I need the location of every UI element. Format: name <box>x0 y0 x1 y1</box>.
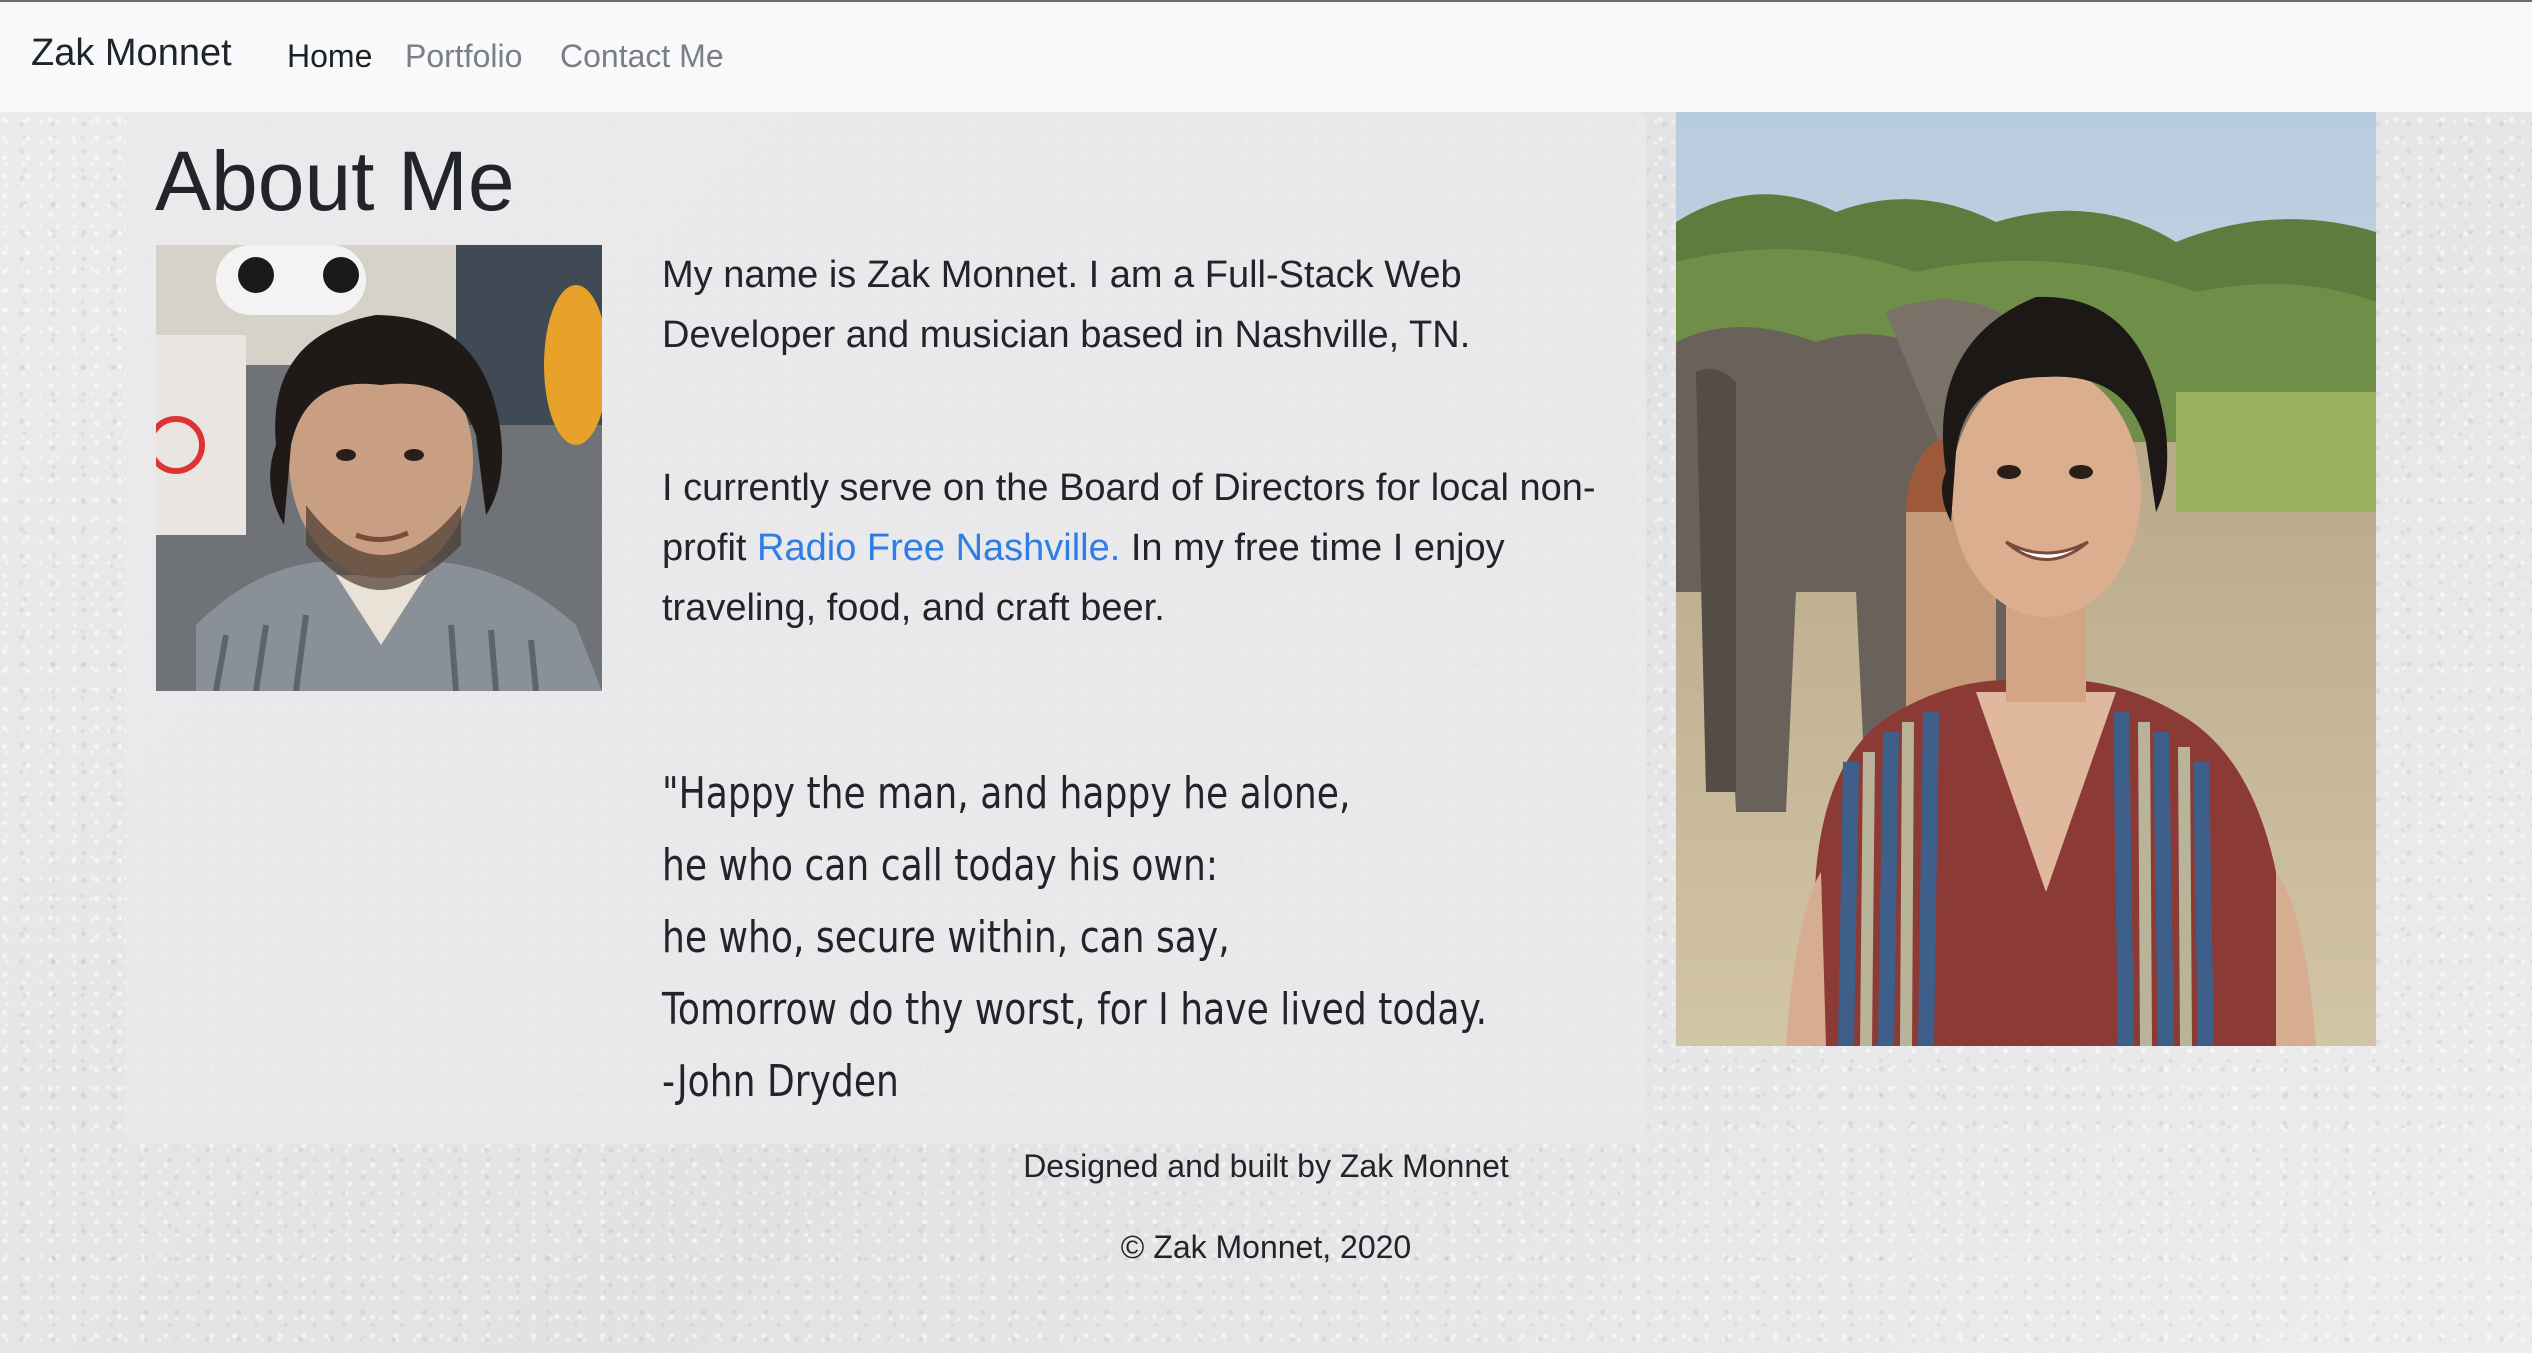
footer-copyright: © Zak Monnet, 2020 <box>1120 1229 1412 1265</box>
elephant-photo <box>1676 112 2376 1046</box>
profile-photo <box>156 245 602 691</box>
navbar: Zak Monnet Home Portfolio Contact Me <box>0 0 2532 112</box>
profile-photo-image <box>156 245 602 691</box>
quote-line: Tomorrow do thy worst, for I have lived … <box>662 984 1488 1035</box>
footer-credit: Designed and built by Zak Monnet <box>1023 1148 1509 1184</box>
quote-line: "Happy the man, and happy he alone, <box>662 768 1351 819</box>
nav-home-link[interactable]: Home <box>287 38 372 75</box>
quote-line: he who, secure within, can say, <box>662 912 1230 963</box>
quote-attribution: -John Dryden <box>662 1056 899 1107</box>
bio-paragraph-intro: My name is Zak Monnet. I am a Full-Stack… <box>662 254 1471 356</box>
dryden-quote: "Happy the man, and happy he alone, he w… <box>662 758 1488 1118</box>
page-title: About Me <box>155 134 515 228</box>
bio-paragraph-board: I currently serve on the Board of Direct… <box>662 458 1622 638</box>
radio-free-nashville-link[interactable]: Radio Free Nashville. <box>757 527 1120 569</box>
quote-line: he who can call today his own: <box>662 840 1219 891</box>
nav-contact-link[interactable]: Contact Me <box>560 38 724 75</box>
brand-link[interactable]: Zak Monnet <box>31 32 232 75</box>
elephant-photo-image <box>1676 112 2376 1046</box>
nav-portfolio-link[interactable]: Portfolio <box>405 38 522 75</box>
